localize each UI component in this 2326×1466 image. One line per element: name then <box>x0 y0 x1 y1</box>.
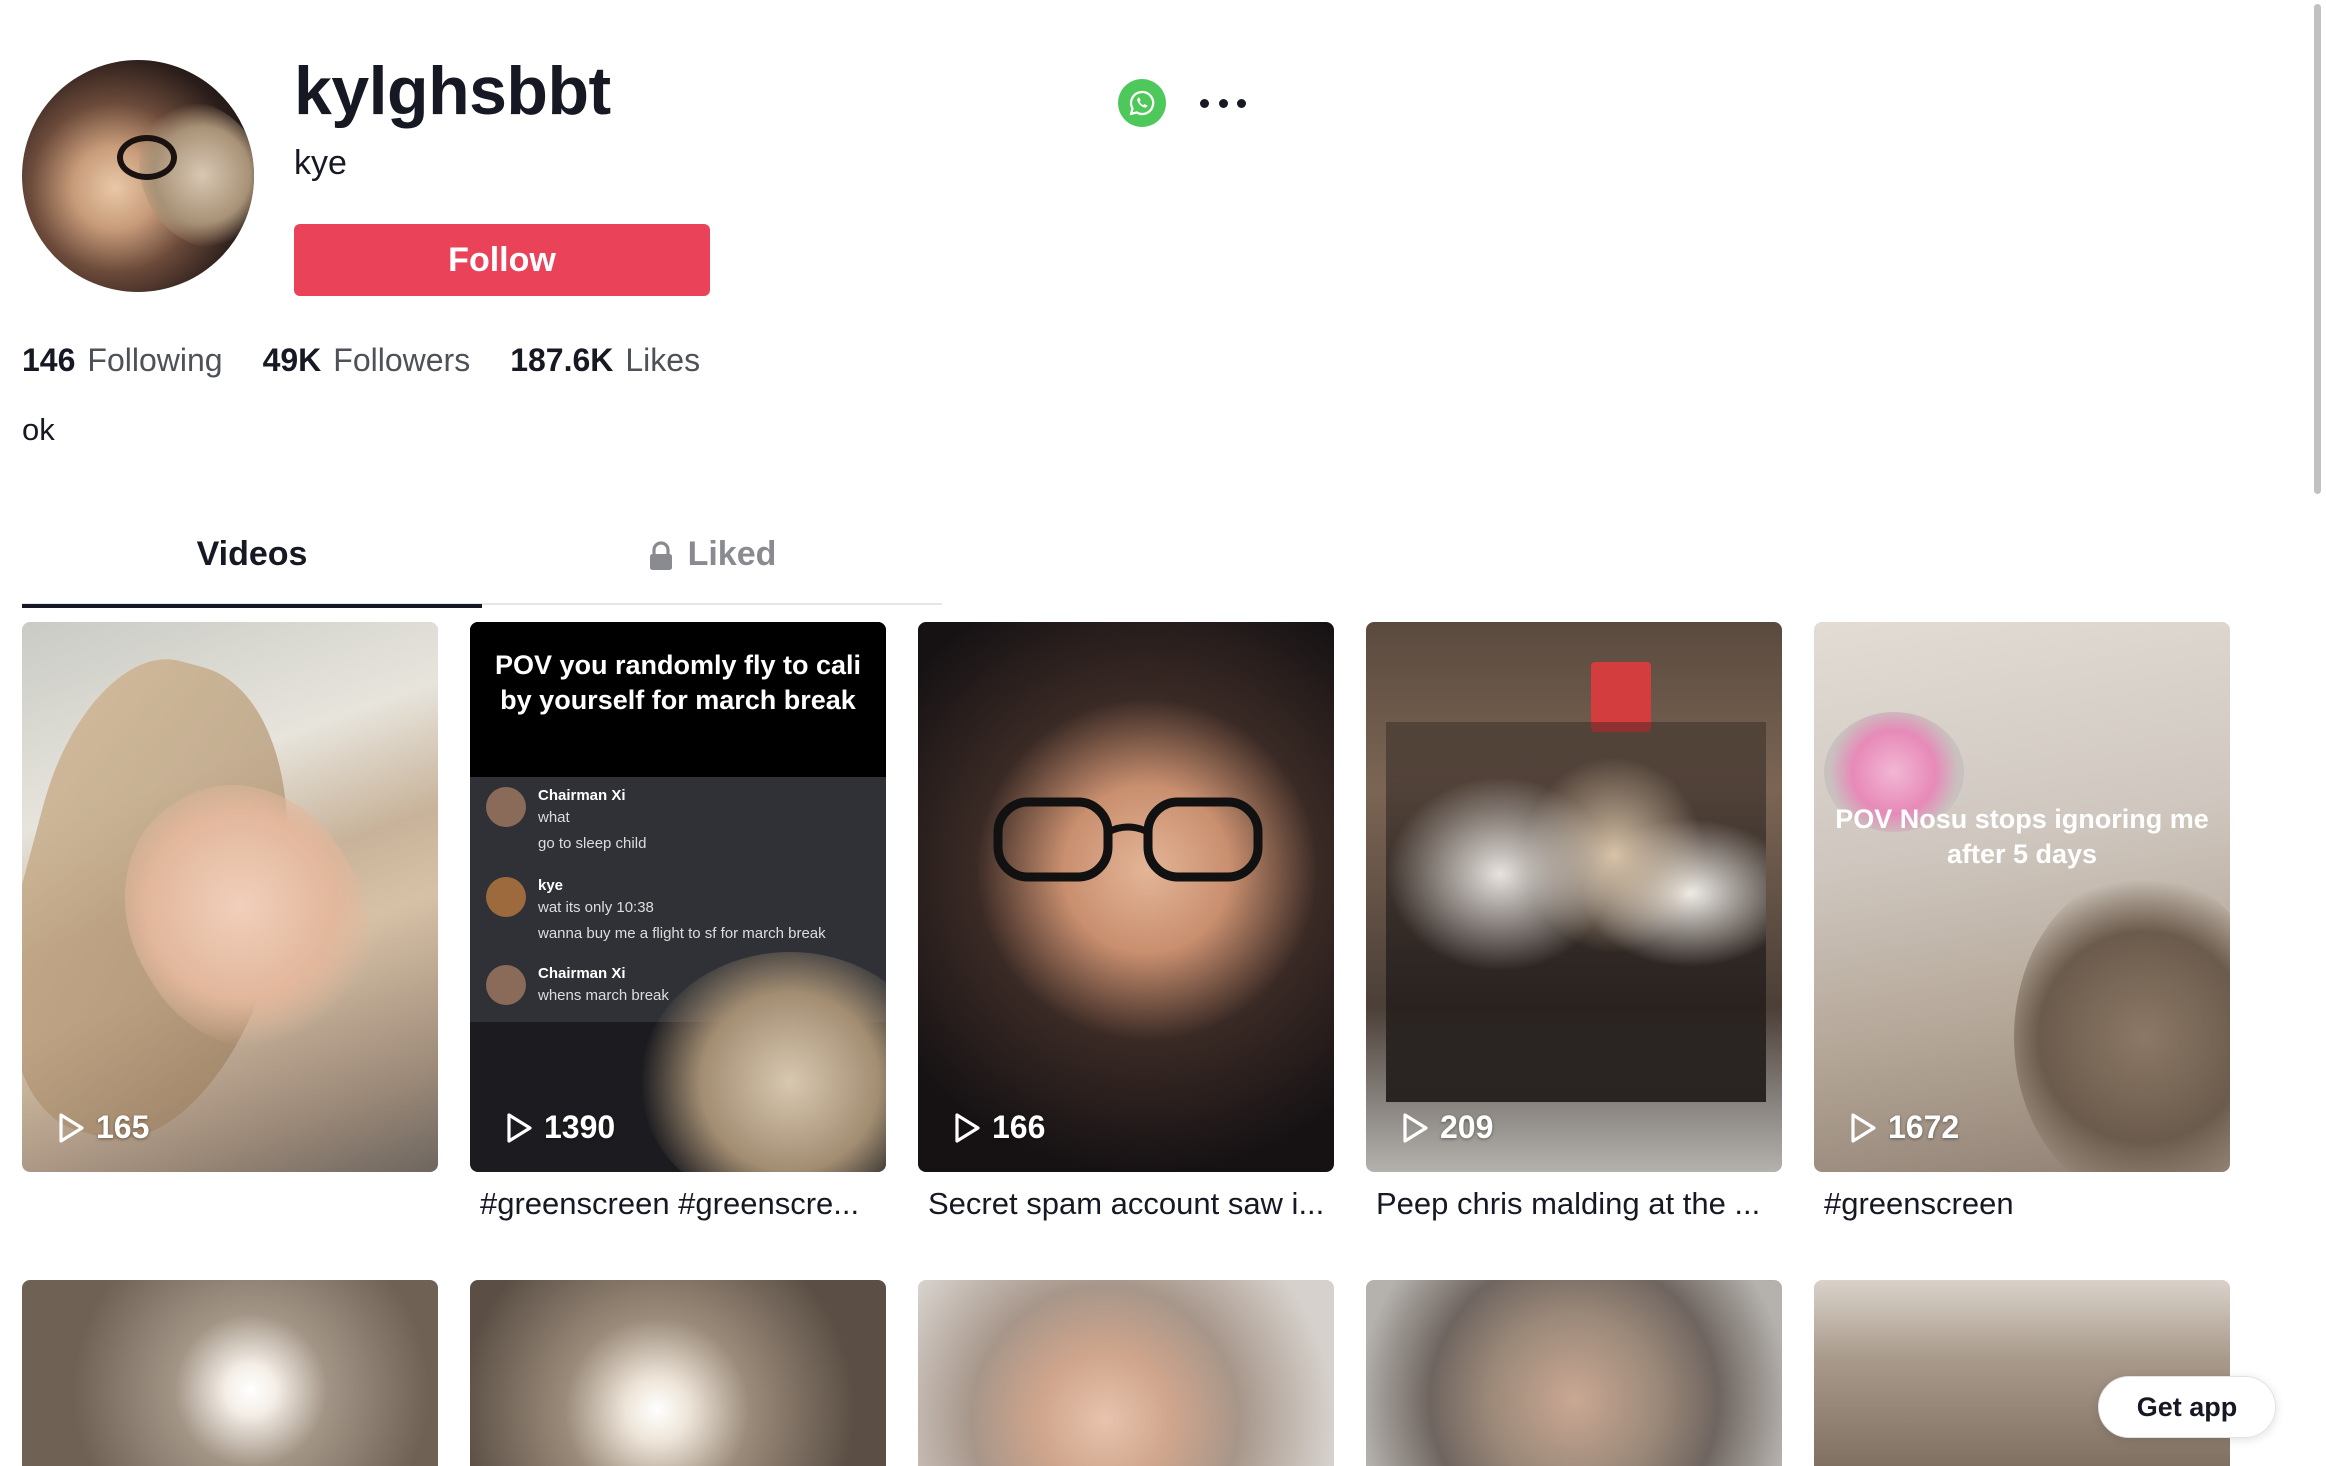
chat-line: go to sleep child <box>538 835 647 852</box>
video-thumbnail[interactable]: POV Nosu stops ignoring me after 5 days … <box>1814 622 2230 1172</box>
view-count: 209 <box>1400 1109 1493 1146</box>
video-card[interactable] <box>1366 1280 1782 1466</box>
video-thumbnail[interactable] <box>22 1280 438 1466</box>
video-caption[interactable]: Peep chris malding at the ... <box>1376 1186 1776 1222</box>
profile-stats: 146 Following 49K Followers 187.6K Likes <box>22 342 740 379</box>
video-caption[interactable]: #greenscreen #greenscre... <box>480 1186 880 1222</box>
stat-label: Followers <box>333 342 471 378</box>
get-app-button[interactable]: Get app <box>2098 1376 2276 1438</box>
play-icon <box>507 1112 532 1143</box>
tab-label: Videos <box>196 535 308 573</box>
video-thumbnail[interactable]: 165 <box>22 622 438 1172</box>
chat-name: kye <box>538 877 564 894</box>
chat-avatar <box>486 877 526 917</box>
more-dot <box>1237 98 1246 108</box>
video-overlay-text: POV you randomly fly to cali by yourself… <box>494 650 862 715</box>
thumb-glasses <box>993 797 1263 882</box>
play-icon <box>1851 1112 1876 1143</box>
view-count: 1390 <box>504 1109 615 1146</box>
stat-value: 187.6K <box>510 342 614 378</box>
video-card[interactable] <box>22 1280 438 1466</box>
play-icon <box>59 1112 84 1143</box>
thumb-people <box>1386 722 1766 1102</box>
video-caption[interactable]: Secret spam account saw i... <box>928 1186 1328 1222</box>
chat-line: wanna buy me a flight to sf for march br… <box>538 925 826 942</box>
video-thumbnail[interactable] <box>1814 1280 2230 1466</box>
chat-name: Chairman Xi <box>538 787 626 804</box>
view-count-value: 1390 <box>544 1109 616 1145</box>
video-overlay-text: POV Nosu stops ignoring me after 5 days <box>1835 804 2209 869</box>
video-card[interactable] <box>470 1280 886 1466</box>
profile-avatar <box>22 60 254 292</box>
follow-button[interactable]: Follow <box>294 224 710 296</box>
chat-name: Chairman Xi <box>538 965 626 982</box>
page-scrollbar[interactable] <box>2312 0 2324 498</box>
view-count-value: 165 <box>96 1109 150 1145</box>
video-card[interactable] <box>918 1280 1334 1466</box>
more-icon[interactable] <box>1200 96 1246 110</box>
more-dot <box>1218 98 1228 108</box>
video-thumbnail[interactable] <box>470 1280 886 1466</box>
video-thumbnail[interactable]: 209 <box>1366 622 1782 1172</box>
chat-line: wat its only 10:38 <box>538 899 654 916</box>
play-icon <box>955 1112 980 1143</box>
video-thumbnail[interactable]: POV you randomly fly to cali by yourself… <box>470 622 886 1172</box>
stat-label: Likes <box>625 342 701 378</box>
tab-videos[interactable]: Videos <box>22 535 482 608</box>
stat-value: 146 <box>22 342 76 378</box>
profile-username: kylghsbbt <box>294 53 611 129</box>
view-count: 165 <box>56 1109 149 1146</box>
view-count: 166 <box>952 1109 1045 1146</box>
profile-tabs: Videos Liked <box>22 535 942 608</box>
video-caption[interactable]: #greenscreen <box>1824 1186 2224 1222</box>
profile-bio: ok <box>22 412 55 447</box>
tab-label: Liked <box>687 535 777 573</box>
tab-liked[interactable]: Liked <box>482 535 942 605</box>
avatar-glasses <box>117 135 177 180</box>
chat-avatar <box>486 965 526 1005</box>
lock-icon <box>648 541 674 571</box>
play-icon <box>1403 1112 1428 1143</box>
stat-value: 49K <box>262 342 322 378</box>
stat-label: Following <box>87 342 223 378</box>
scrollbar-thumb[interactable] <box>2314 4 2321 494</box>
view-count-value: 1672 <box>1888 1109 1960 1145</box>
chat-line: whens march break <box>538 987 669 1004</box>
stat-following[interactable]: 146 Following <box>22 342 223 379</box>
whatsapp-icon[interactable] <box>1118 79 1166 127</box>
view-count-value: 166 <box>992 1109 1046 1145</box>
chat-line: what <box>538 809 570 826</box>
thumb-hair <box>2014 872 2230 1172</box>
view-count-value: 209 <box>1440 1109 1494 1145</box>
view-count: 1672 <box>1848 1109 1959 1146</box>
video-thumbnail[interactable] <box>918 1280 1334 1466</box>
video-thumbnail[interactable] <box>1366 1280 1782 1466</box>
more-dot <box>1200 98 1209 108</box>
chat-avatar <box>486 787 526 827</box>
video-thumbnail[interactable]: 166 <box>918 622 1334 1172</box>
stat-followers[interactable]: 49K Followers <box>263 342 471 379</box>
profile-nickname: kye <box>294 144 347 182</box>
stat-likes: 187.6K Likes <box>510 342 700 379</box>
